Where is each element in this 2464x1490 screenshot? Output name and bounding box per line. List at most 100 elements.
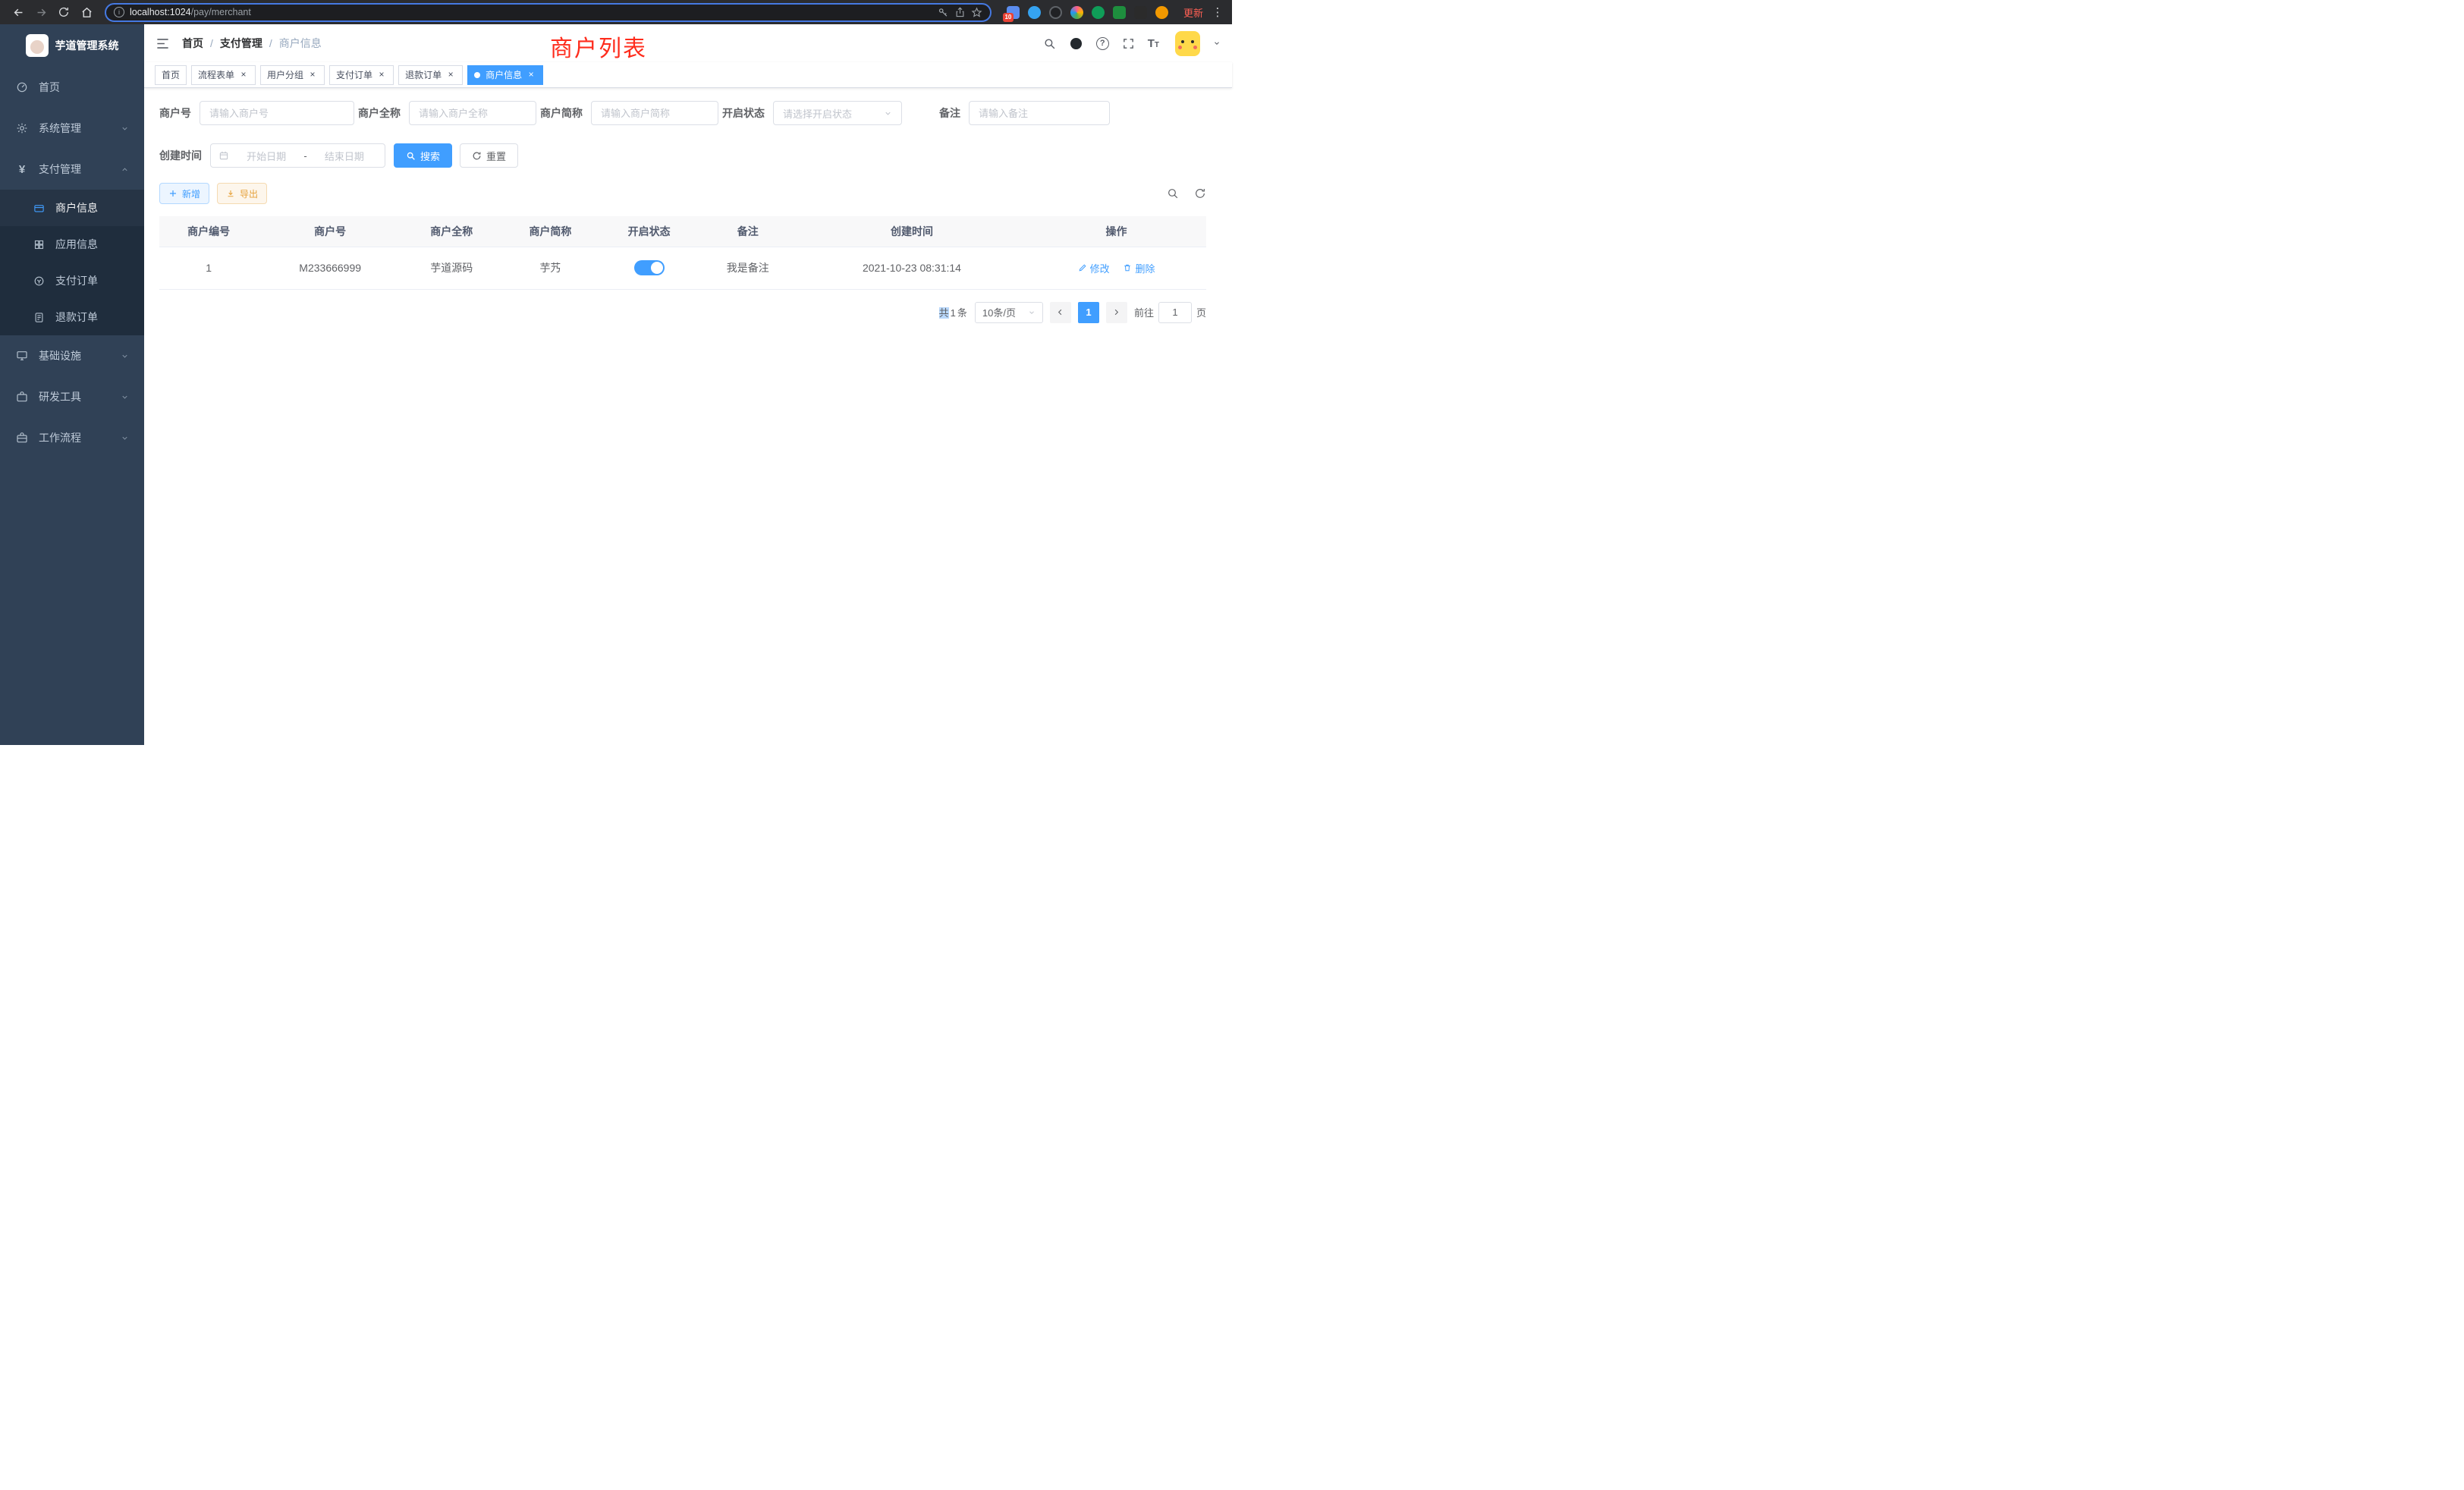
close-icon[interactable]: × xyxy=(238,70,249,80)
workflow-icon xyxy=(15,431,29,445)
pagination: 共1条 10条/页 1 前往 页 xyxy=(159,302,1206,323)
cell-merchant-id: 1 xyxy=(159,247,258,289)
date-range-picker[interactable]: 开始日期 - 结束日期 xyxy=(210,143,385,168)
close-icon[interactable]: × xyxy=(445,70,456,80)
share-icon[interactable] xyxy=(954,7,966,18)
sidebar-item-system[interactable]: 系统管理 xyxy=(0,108,144,149)
sidebar-item-workflow[interactable]: 工作流程 xyxy=(0,417,144,458)
browser-forward-icon[interactable] xyxy=(30,2,52,22)
browser-update-button[interactable]: 更新 xyxy=(1183,5,1203,20)
breadcrumb-home[interactable]: 首页 xyxy=(182,36,203,51)
sidebar-item-pay[interactable]: ¥ 支付管理 xyxy=(0,149,144,190)
page-1-button[interactable]: 1 xyxy=(1078,302,1099,323)
sidebar-item-app-info[interactable]: 应用信息 xyxy=(0,226,144,262)
tab-process-form[interactable]: 流程表单× xyxy=(191,65,256,85)
short-name-input[interactable] xyxy=(591,101,718,125)
extension-drop-icon[interactable] xyxy=(1028,6,1041,19)
merchant-no-input[interactable] xyxy=(200,101,354,125)
pagination-total: 共1条 xyxy=(938,305,968,319)
help-icon[interactable]: ? xyxy=(1096,37,1109,50)
extension-profile-icon[interactable] xyxy=(1155,6,1168,19)
address-bar[interactable]: i localhost:1024/pay/merchant xyxy=(105,3,992,22)
end-date-placeholder: 结束日期 xyxy=(312,149,377,163)
sidebar-item-refund-order[interactable]: 退款订单 xyxy=(0,299,144,335)
gear-icon xyxy=(15,121,29,135)
full-name-label: 商户全称 xyxy=(358,105,409,121)
col-merchant-no: 商户号 xyxy=(258,216,402,247)
page-size-select[interactable]: 10条/页 xyxy=(975,302,1043,323)
cell-short-name: 芋艿 xyxy=(501,247,599,289)
close-icon[interactable]: × xyxy=(376,70,387,80)
search-icon xyxy=(406,151,416,161)
col-short-name: 商户简称 xyxy=(501,216,599,247)
extension-green-circle-icon[interactable] xyxy=(1092,6,1105,19)
full-name-input[interactable] xyxy=(409,101,536,125)
tab-user-group[interactable]: 用户分组× xyxy=(260,65,325,85)
create-time-label: 创建时间 xyxy=(159,148,210,163)
edit-link[interactable]: 修改 xyxy=(1078,261,1110,275)
table-toolbar: 新增 导出 xyxy=(159,183,1206,204)
sidebar-item-pay-order[interactable]: 支付订单 xyxy=(0,262,144,299)
pay-order-icon xyxy=(32,274,46,288)
fullscreen-icon[interactable] xyxy=(1122,37,1135,50)
sidebar: 芋道管理系统 首页 系统管理 ¥ 支付管理 xyxy=(0,24,144,745)
tab-home[interactable]: 首页 xyxy=(155,65,187,85)
col-actions: 操作 xyxy=(1026,216,1206,247)
sidebar-item-infra[interactable]: 基础设施 xyxy=(0,335,144,376)
sidebar-item-home[interactable]: 首页 xyxy=(0,67,144,108)
site-info-icon[interactable]: i xyxy=(114,7,124,17)
table-header-row: 商户编号 商户号 商户全称 商户简称 开启状态 备注 创建时间 操作 xyxy=(159,216,1206,247)
user-avatar[interactable] xyxy=(1175,31,1200,56)
remark-input[interactable] xyxy=(969,101,1110,125)
refresh-table-icon[interactable] xyxy=(1194,187,1206,200)
col-status: 开启状态 xyxy=(600,216,699,247)
avatar-caret-icon[interactable] xyxy=(1213,39,1221,47)
sidebar-item-merchant-info[interactable]: 商户信息 xyxy=(0,190,144,226)
extension-color-icon[interactable] xyxy=(1070,6,1083,19)
grid-icon xyxy=(32,237,46,251)
extension-puzzle-icon[interactable]: 10 xyxy=(1007,6,1020,19)
goto-label: 前往 xyxy=(1134,305,1154,319)
extension-dark-icon[interactable] xyxy=(1049,6,1062,19)
browser-home-icon[interactable] xyxy=(76,2,97,22)
prev-page-button[interactable] xyxy=(1050,302,1071,323)
sidebar-toggle-icon[interactable] xyxy=(156,36,170,51)
reset-button[interactable]: 重置 xyxy=(460,143,518,168)
sidebar-item-dev-tools[interactable]: 研发工具 xyxy=(0,376,144,417)
chevron-down-icon xyxy=(121,393,129,401)
goto-page-input[interactable] xyxy=(1158,302,1192,323)
add-button[interactable]: 新增 xyxy=(159,183,209,204)
search-icon[interactable] xyxy=(1043,37,1056,50)
close-icon[interactable]: × xyxy=(526,70,536,80)
browser-menu-icon[interactable]: ⋮ xyxy=(1211,5,1224,19)
browser-chrome: i localhost:1024/pay/merchant 10 更新 ⋮ xyxy=(0,0,1232,24)
status-toggle[interactable] xyxy=(634,260,665,275)
col-create-time: 创建时间 xyxy=(797,216,1026,247)
browser-back-icon[interactable] xyxy=(8,2,29,22)
export-button[interactable]: 导出 xyxy=(217,183,267,204)
cell-merchant-no: M233666999 xyxy=(258,247,402,289)
toggle-search-icon[interactable] xyxy=(1167,187,1179,200)
browser-reload-icon[interactable] xyxy=(53,2,74,22)
breadcrumb: 首页 / 支付管理 / 商户信息 xyxy=(182,36,322,51)
chevron-down-icon xyxy=(1028,309,1036,316)
status-select[interactable]: 请选择开启状态 xyxy=(773,101,902,125)
tab-pay-order[interactable]: 支付订单× xyxy=(329,65,394,85)
password-key-icon[interactable] xyxy=(938,7,949,18)
bookmark-star-icon[interactable] xyxy=(971,7,982,18)
extension-green-square-icon[interactable] xyxy=(1113,6,1126,19)
sidebar-logo: 芋道管理系统 xyxy=(0,24,144,67)
github-icon[interactable] xyxy=(1069,36,1083,51)
breadcrumb-pay[interactable]: 支付管理 xyxy=(220,36,262,51)
font-size-icon[interactable]: TT xyxy=(1148,38,1159,49)
extension-pin-icon[interactable] xyxy=(1134,6,1147,19)
tab-refund-order[interactable]: 退款订单× xyxy=(398,65,463,85)
url-text: localhost:1024/pay/merchant xyxy=(130,7,251,17)
delete-link[interactable]: 删除 xyxy=(1123,261,1155,275)
close-icon[interactable]: × xyxy=(307,70,318,80)
search-button[interactable]: 搜索 xyxy=(394,143,452,168)
table-row: 1 M233666999 芋道源码 芋艿 我是备注 2021-10-23 08:… xyxy=(159,247,1206,289)
tab-merchant-info[interactable]: 商户信息× xyxy=(467,65,543,85)
dashboard-icon xyxy=(15,80,29,94)
next-page-button[interactable] xyxy=(1106,302,1127,323)
